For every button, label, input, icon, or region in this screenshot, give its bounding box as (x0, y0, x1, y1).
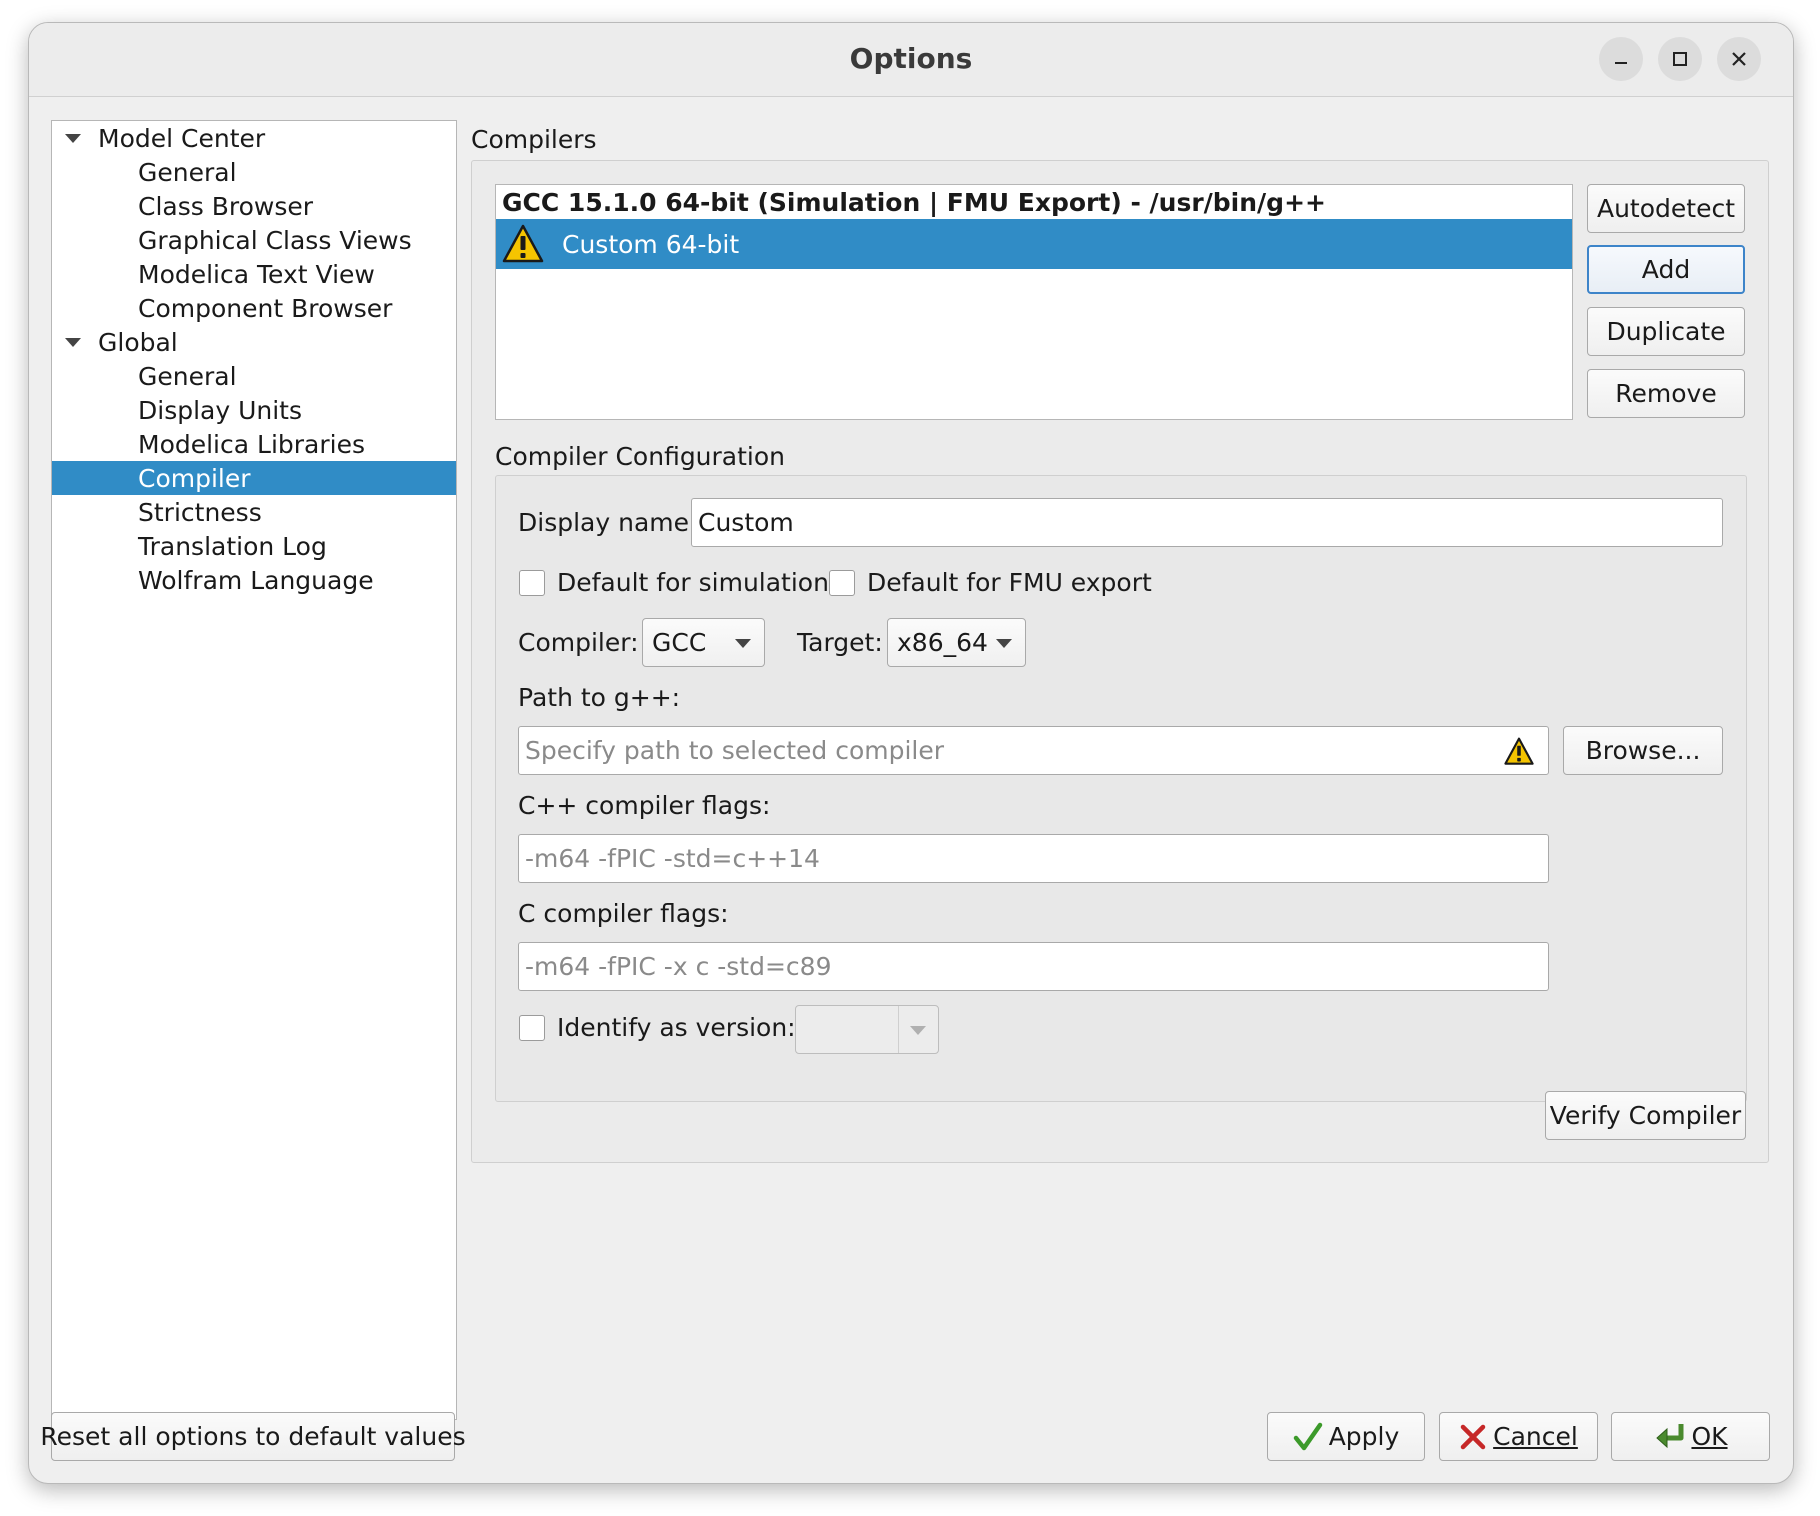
tree-item-translation-log[interactable]: Translation Log (52, 529, 456, 563)
cancel-button-label: Cancel (1493, 1422, 1578, 1451)
target-label: Target: (797, 628, 883, 657)
c-flags-placeholder: -m64 -fPIC -x c -std=c89 (525, 952, 832, 981)
tree-item-label: Compiler (138, 463, 251, 493)
display-name-label: Display name: (518, 508, 698, 537)
duplicate-button[interactable]: Duplicate (1587, 307, 1745, 356)
tree-item-component-browser[interactable]: Component Browser (52, 291, 456, 325)
identify-version-label: Identify as version: (557, 1013, 796, 1042)
compiler-path-placeholder: Specify path to selected compiler (525, 736, 945, 765)
c-flags-label: C compiler flags: (518, 899, 729, 928)
minimize-icon (1615, 62, 1627, 64)
target-select-value: x86_64 (897, 628, 988, 657)
ok-button[interactable]: OK (1611, 1412, 1770, 1461)
cpp-flags-label: C++ compiler flags: (518, 791, 771, 820)
tree-item-label: Global (98, 327, 178, 357)
compiler-path-input[interactable]: Specify path to selected compiler (518, 726, 1549, 775)
compiler-label: Compiler: (518, 628, 639, 657)
tree-item-strictness[interactable]: Strictness (52, 495, 456, 529)
tree-item-global[interactable]: Global (52, 325, 456, 359)
autodetect-button[interactable]: Autodetect (1587, 184, 1745, 233)
reset-defaults-button[interactable]: Reset all options to default values (40, 1412, 466, 1461)
expand-arrow-icon[interactable] (65, 133, 81, 143)
tree-item-label: Wolfram Language (138, 565, 374, 595)
chevron-down-icon (996, 639, 1012, 648)
display-name-value: Custom (698, 508, 794, 537)
enter-arrow-icon (1656, 1423, 1684, 1448)
ok-button-label: OK (1691, 1422, 1728, 1451)
warning-icon (502, 224, 544, 263)
tree-item-compiler[interactable]: Compiler (52, 461, 456, 495)
options-dialog: Options Model Center General Class Brows… (28, 22, 1794, 1484)
tree-item-class-browser[interactable]: Class Browser (52, 189, 456, 223)
tree-item-label: General (138, 157, 237, 187)
tree-item-label: Strictness (138, 497, 262, 527)
identify-version-select (795, 1005, 939, 1054)
tree-item-label: Model Center (98, 123, 266, 153)
default-simulation-checkbox[interactable] (519, 570, 545, 596)
warning-icon (1504, 737, 1534, 765)
maximize-button[interactable] (1658, 37, 1702, 81)
c-flags-input[interactable]: -m64 -fPIC -x c -std=c89 (518, 942, 1549, 991)
minimize-button[interactable] (1599, 37, 1643, 81)
cancel-x-icon (1460, 1424, 1486, 1449)
default-fmu-export-checkbox[interactable] (829, 570, 855, 596)
apply-button[interactable]: Apply (1267, 1412, 1425, 1461)
default-simulation-label: Default for simulation (557, 568, 829, 597)
cancel-button[interactable]: Cancel (1439, 1412, 1598, 1461)
compiler-list-item-custom[interactable]: Custom 64-bit (496, 219, 1572, 269)
checkmark-icon (1293, 1422, 1322, 1450)
tree-item-model-center[interactable]: Model Center (52, 121, 456, 155)
add-button[interactable]: Add (1587, 245, 1745, 294)
tree-item-modelica-libraries[interactable]: Modelica Libraries (52, 427, 456, 461)
expand-arrow-icon[interactable] (65, 337, 81, 347)
maximize-icon (1673, 52, 1687, 66)
close-button[interactable] (1717, 37, 1761, 81)
identify-version-checkbox[interactable] (519, 1015, 545, 1041)
tree-item-label: Translation Log (138, 531, 327, 561)
close-icon (1732, 52, 1746, 66)
target-select[interactable]: x86_64 (887, 618, 1026, 667)
tree-item-label: Modelica Libraries (138, 429, 365, 459)
tree-item-global-general[interactable]: General (52, 359, 456, 393)
tree-item-label: Graphical Class Views (138, 225, 412, 255)
chevron-down-icon (735, 639, 751, 648)
chevron-down-icon (910, 1026, 926, 1035)
cpp-flags-input[interactable]: -m64 -fPIC -std=c++14 (518, 834, 1549, 883)
tree-item-label: Modelica Text View (138, 259, 375, 289)
compiler-list-item-gcc[interactable]: GCC 15.1.0 64-bit (Simulation | FMU Expo… (496, 185, 1572, 219)
title-bar: Options (29, 23, 1793, 97)
tree-item-graphical-class-views[interactable]: Graphical Class Views (52, 223, 456, 257)
tree-item-label: Class Browser (138, 191, 314, 221)
verify-compiler-button[interactable]: Verify Compiler (1545, 1091, 1746, 1140)
browse-button[interactable]: Browse... (1563, 726, 1723, 775)
tree-item-label: General (138, 361, 237, 391)
tree-item-label: Component Browser (138, 293, 393, 323)
compiler-select[interactable]: GCC (642, 618, 765, 667)
tree-item-modelica-text-view[interactable]: Modelica Text View (52, 257, 456, 291)
compilers-section-label: Compilers (471, 125, 597, 154)
options-tree[interactable]: Model Center General Class Browser Graph… (51, 120, 457, 1420)
apply-button-label: Apply (1328, 1422, 1400, 1451)
tree-item-model-center-general[interactable]: General (52, 155, 456, 189)
compiler-configuration-label: Compiler Configuration (495, 442, 786, 471)
tree-item-label: Display Units (138, 395, 303, 425)
window-title: Options (849, 42, 973, 75)
tree-item-display-units[interactable]: Display Units (52, 393, 456, 427)
compiler-item-label: GCC 15.1.0 64-bit (Simulation | FMU Expo… (502, 187, 1326, 217)
remove-button[interactable]: Remove (1587, 369, 1745, 418)
display-name-input[interactable]: Custom (691, 498, 1723, 547)
compilers-list[interactable]: GCC 15.1.0 64-bit (Simulation | FMU Expo… (495, 184, 1573, 420)
tree-item-wolfram-language[interactable]: Wolfram Language (52, 563, 456, 597)
path-label: Path to g++: (518, 683, 681, 712)
compiler-item-label: Custom 64-bit (562, 229, 740, 259)
default-fmu-export-label: Default for FMU export (867, 568, 1152, 597)
cpp-flags-placeholder: -m64 -fPIC -std=c++14 (525, 844, 820, 873)
compiler-select-value: GCC (652, 628, 707, 657)
